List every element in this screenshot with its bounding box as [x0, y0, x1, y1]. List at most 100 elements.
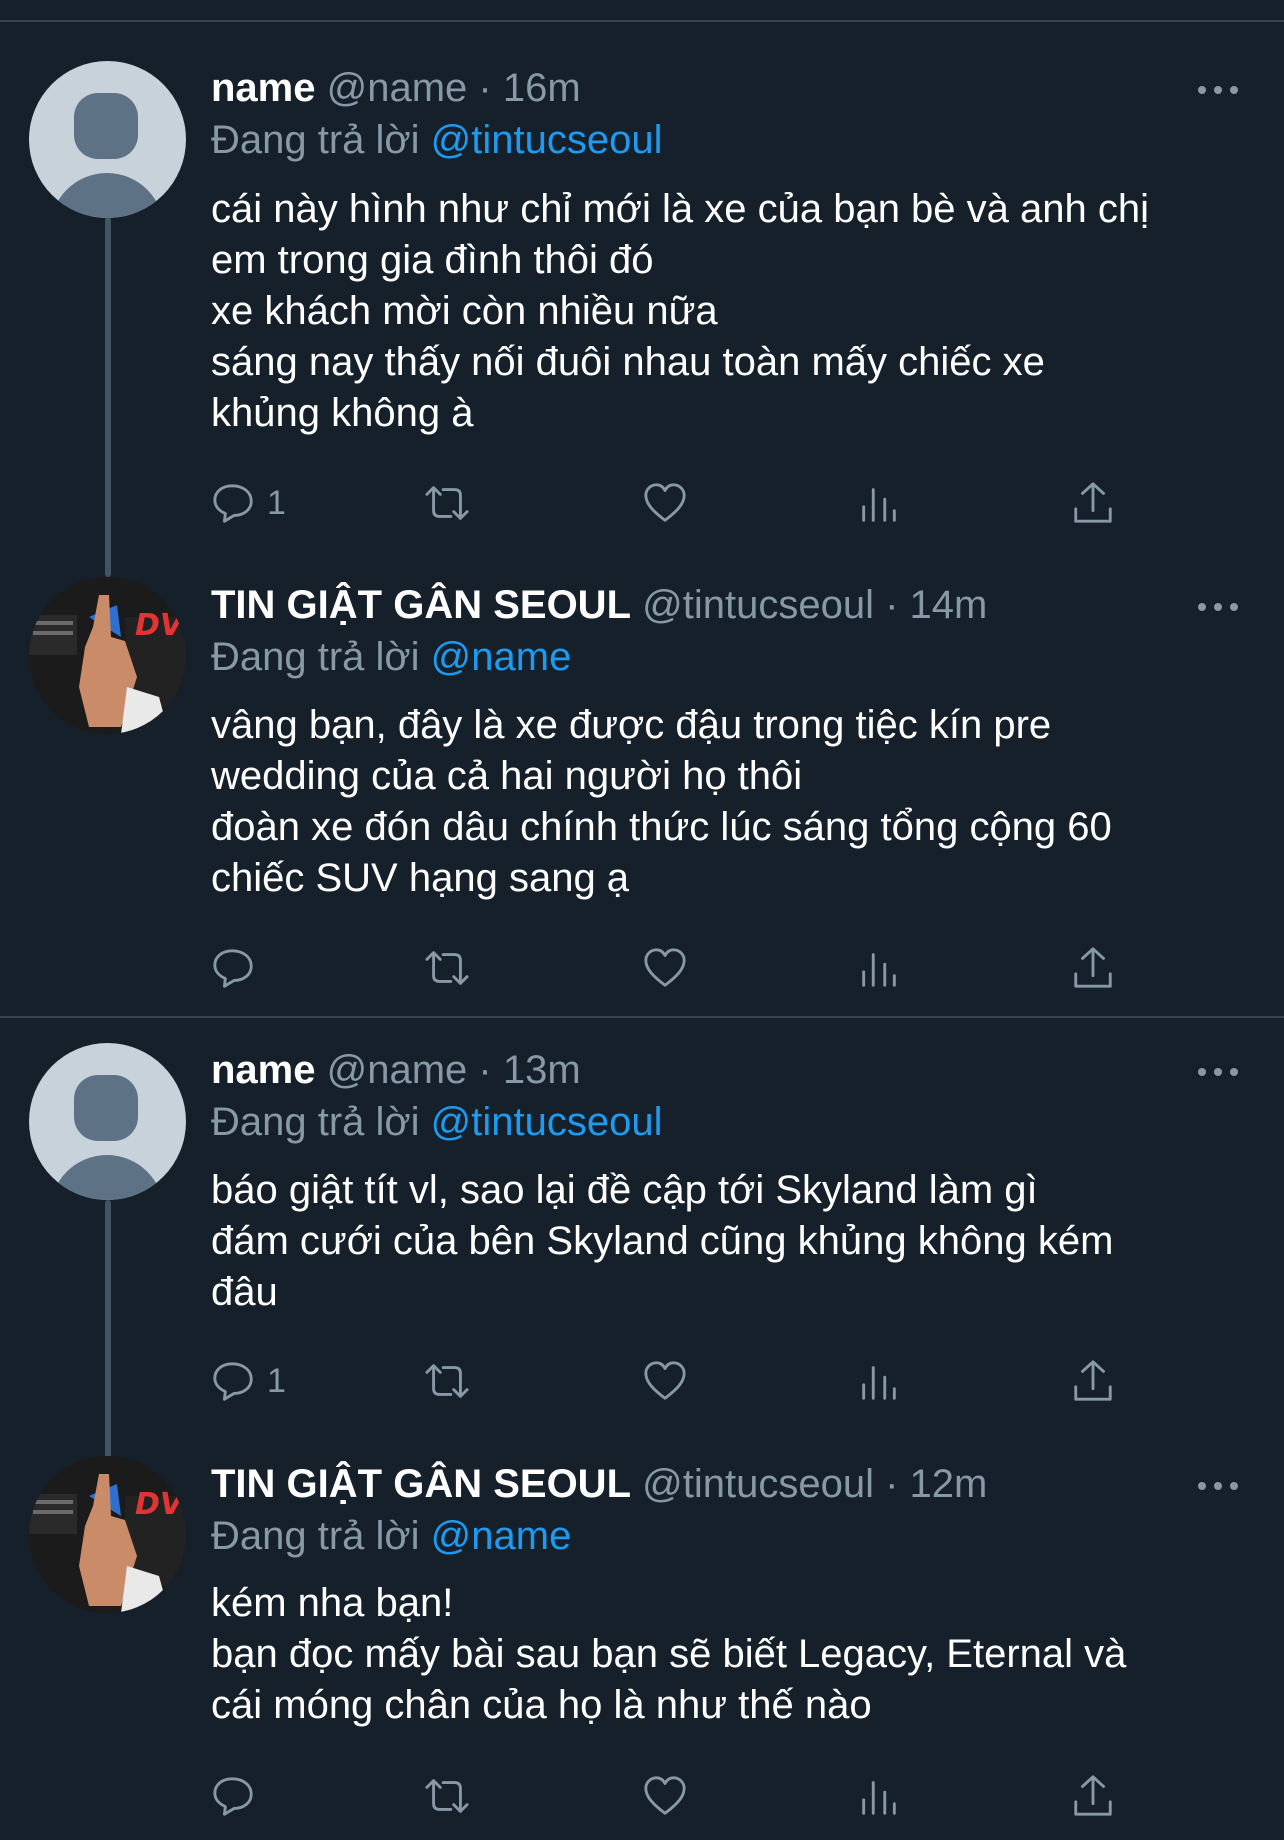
avatar-silhouette-head — [74, 93, 138, 159]
retweet-icon — [425, 1779, 469, 1813]
avatar-silhouette-body — [50, 173, 164, 218]
replying-mention-link[interactable]: @tintucseoul — [431, 118, 663, 162]
like-button[interactable] — [642, 1771, 688, 1821]
thread-connector-line — [105, 1200, 111, 1460]
tweet-text-line: khủng không à — [211, 391, 474, 435]
share-icon — [1074, 1360, 1112, 1401]
tweet-text-line: wedding của cả hai người họ thôi — [211, 754, 803, 798]
replying-mention-link[interactable]: @tintucseoul — [431, 1100, 663, 1144]
retweet-button[interactable] — [424, 943, 470, 993]
more-icon[interactable] — [1198, 1476, 1242, 1496]
views-button[interactable] — [856, 943, 902, 993]
more-icon[interactable] — [1198, 1062, 1242, 1082]
views-icon — [862, 1781, 896, 1815]
tweet-text-line: chiếc SUV hạng sang ạ — [211, 856, 630, 900]
share-icon — [1074, 947, 1112, 988]
tweet-text-line: cái này hình như chỉ mới là xe của bạn b… — [211, 187, 1150, 231]
tweet-text: kém nha bạn! bạn đọc mấy bài sau bạn sẽ … — [211, 1578, 1251, 1731]
retweet-button[interactable] — [424, 1356, 470, 1406]
handle-and-time: @name · 13m — [326, 1048, 581, 1092]
tweet-header: TIN GIẬT GÂN SEOUL @tintucseoul · 14m — [211, 581, 987, 629]
tweet-text-line: đoàn xe đón dâu chính thức lúc sáng tổng… — [211, 805, 1112, 849]
share-button[interactable] — [1070, 478, 1116, 528]
reply-count: 1 — [267, 483, 286, 522]
like-button[interactable] — [642, 478, 688, 528]
tweet-text-line: xe khách mời còn nhiều nữa — [211, 289, 718, 333]
reply-icon — [213, 484, 253, 523]
replying-mention-link[interactable]: @name — [431, 1514, 572, 1558]
more-icon[interactable] — [1198, 80, 1242, 100]
display-name[interactable]: TIN GIẬT GÂN SEOUL — [211, 583, 631, 627]
views-button[interactable] — [856, 478, 902, 528]
reply-button[interactable] — [211, 1771, 267, 1821]
like-button[interactable] — [642, 1356, 688, 1406]
views-button[interactable] — [856, 1356, 902, 1406]
avatar-photo-image: DV — [29, 1456, 186, 1613]
thread-divider — [0, 1016, 1284, 1018]
tweet-actions: 1 — [211, 478, 1211, 528]
display-name[interactable]: name — [211, 66, 316, 110]
tweet-text-line: báo giật tít vl, sao lại đề cập tới Skyl… — [211, 1168, 1038, 1212]
tweet-text-line: đám cưới của bên Skyland cũng khủng khôn… — [211, 1219, 1114, 1263]
avatar-dv-text: DV — [135, 1487, 186, 1522]
share-icon — [1074, 482, 1112, 523]
handle-and-time: @name · 16m — [326, 66, 581, 110]
avatar-silhouette-head — [74, 1075, 138, 1141]
avatar[interactable]: DV — [29, 577, 186, 734]
tweet-text: vâng bạn, đây là xe được đậu trong tiệc … — [211, 700, 1251, 904]
retweet-icon — [425, 1364, 469, 1398]
avatar-photo-image: DV — [29, 577, 186, 734]
replying-prefix: Đang trả lời — [211, 1514, 420, 1558]
replying-to: Đang trả lời @name — [211, 1512, 571, 1560]
replying-to: Đang trả lời @name — [211, 633, 571, 681]
avatar[interactable] — [29, 1043, 186, 1200]
tweet-text-line: bạn đọc mấy bài sau bạn sẽ biết Legacy, … — [211, 1632, 1127, 1676]
retweet-icon — [425, 951, 469, 985]
reply-button[interactable]: 1 — [211, 478, 286, 528]
avatar[interactable] — [29, 61, 186, 218]
share-icon — [1074, 1775, 1112, 1816]
tweet-text-line: sáng nay thấy nối đuôi nhau toàn mấy chi… — [211, 340, 1045, 384]
tweet-header: name @name · 16m — [211, 64, 581, 112]
retweet-button[interactable] — [424, 478, 470, 528]
avatar-dv-text: DV — [135, 608, 186, 643]
reply-count: 1 — [267, 1361, 286, 1400]
avatar[interactable]: DV — [29, 1456, 186, 1613]
tweet-header: TIN GIẬT GÂN SEOUL @tintucseoul · 12m — [211, 1460, 987, 1508]
tweet-text: cái này hình như chỉ mới là xe của bạn b… — [211, 184, 1251, 439]
tweet-text-line: vâng bạn, đây là xe được đậu trong tiệc … — [211, 703, 1052, 747]
tweet-header: name @name · 13m — [211, 1046, 581, 1094]
avatar-silhouette-body — [50, 1155, 164, 1200]
share-button[interactable] — [1070, 943, 1116, 993]
reply-button[interactable] — [211, 943, 267, 993]
like-button[interactable] — [642, 943, 688, 993]
retweet-icon — [425, 486, 469, 520]
views-icon — [862, 1366, 896, 1400]
heart-icon — [644, 483, 686, 522]
share-button[interactable] — [1070, 1356, 1116, 1406]
reply-button[interactable]: 1 — [211, 1356, 286, 1406]
tweet-actions: 1 — [211, 1356, 1211, 1406]
replying-prefix: Đang trả lời — [211, 1100, 420, 1144]
heart-icon — [644, 1776, 686, 1815]
tweet-actions — [211, 943, 1211, 993]
tweet-actions — [211, 1771, 1211, 1821]
display-name[interactable]: TIN GIẬT GÂN SEOUL — [211, 1462, 631, 1506]
replying-mention-link[interactable]: @name — [431, 635, 572, 679]
tweet-text-line: kém nha bạn! — [211, 1581, 454, 1625]
share-button[interactable] — [1070, 1771, 1116, 1821]
heart-icon — [644, 1361, 686, 1400]
retweet-button[interactable] — [424, 1771, 470, 1821]
reply-icon — [213, 949, 253, 988]
replying-prefix: Đang trả lời — [211, 635, 420, 679]
tweet-text-line: đâu — [211, 1270, 278, 1314]
more-icon[interactable] — [1198, 597, 1242, 617]
display-name[interactable]: name — [211, 1048, 316, 1092]
top-divider — [0, 20, 1284, 22]
tweet-text-line: cái móng chân của họ là như thế nào — [211, 1683, 872, 1727]
heart-icon — [644, 948, 686, 987]
handle-and-time: @tintucseoul · 14m — [642, 583, 988, 627]
tweet-text-line: em trong gia đình thôi đó — [211, 238, 654, 282]
views-button[interactable] — [856, 1771, 902, 1821]
replying-prefix: Đang trả lời — [211, 118, 420, 162]
